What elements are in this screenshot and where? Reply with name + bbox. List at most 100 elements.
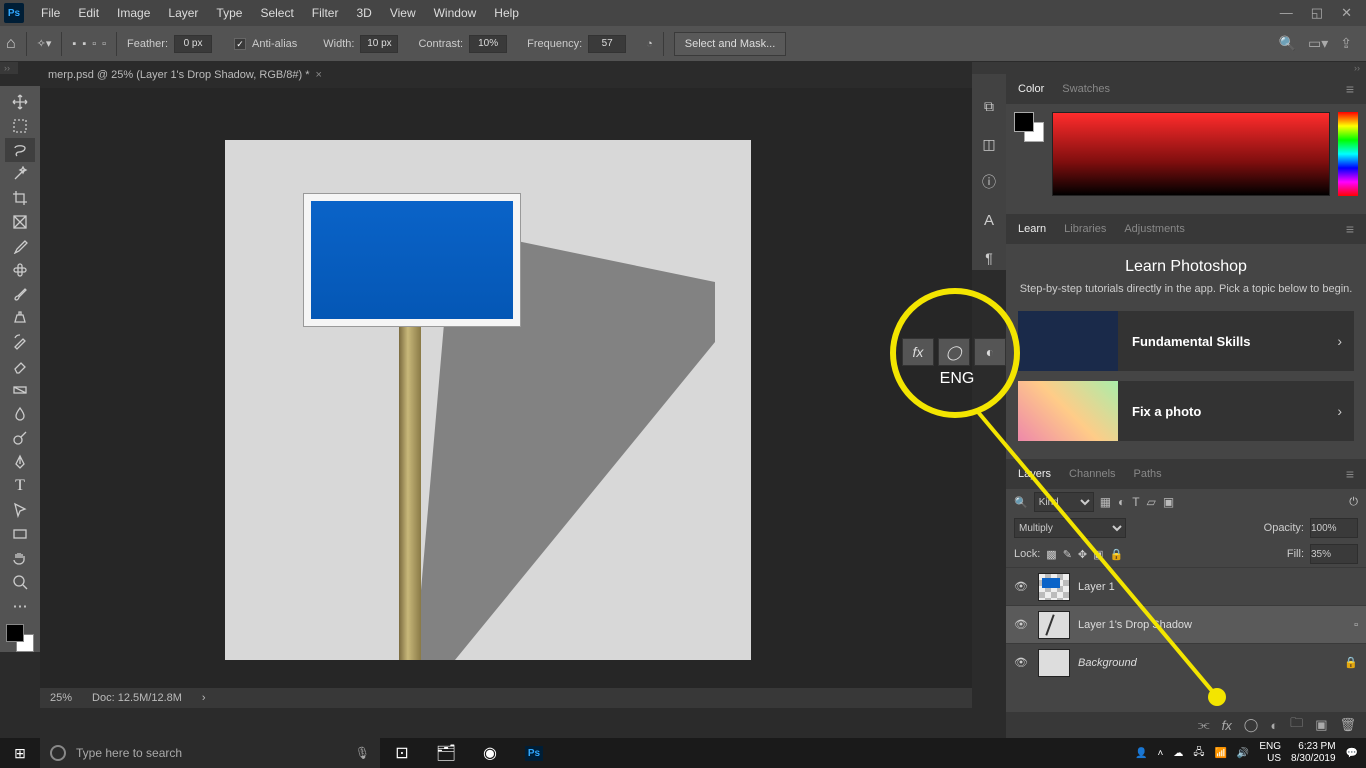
crop-tool[interactable] <box>5 186 35 210</box>
photoshop-taskbar-icon[interactable]: Ps <box>512 738 556 768</box>
fill-input[interactable] <box>1310 544 1358 564</box>
select-and-mask-button[interactable]: Select and Mask... <box>674 32 787 56</box>
home-icon[interactable]: ⌂ <box>6 35 16 53</box>
hue-slider[interactable] <box>1338 112 1358 196</box>
layer-thumbnail[interactable] <box>1038 611 1070 639</box>
lock-transparent-icon[interactable]: ▩ <box>1046 548 1056 561</box>
delete-layer-icon[interactable]: 🗑 <box>1339 717 1356 733</box>
marquee-tool[interactable] <box>5 114 35 138</box>
color-spectrum[interactable] <box>1052 112 1330 196</box>
intersect-selection-icon[interactable]: ▫ <box>102 38 106 50</box>
filter-shape-icon[interactable]: ▱ <box>1147 495 1156 509</box>
search-icon[interactable]: 🔍 <box>1014 496 1028 509</box>
color-panel-menu-icon[interactable]: ≡ <box>1346 81 1354 97</box>
tab-adjustments[interactable]: Adjustments <box>1124 223 1185 235</box>
menu-file[interactable]: File <box>32 6 69 20</box>
layer-thumbnail[interactable] <box>1038 649 1070 677</box>
history-brush-tool[interactable] <box>5 330 35 354</box>
lock-position-icon[interactable]: ✥ <box>1078 548 1087 561</box>
antialias-checkbox[interactable] <box>234 38 246 50</box>
layer-mask-icon[interactable]: ◯ <box>1244 717 1259 733</box>
pen-pressure-icon[interactable]: ◔ <box>646 38 653 50</box>
info-panel-icon[interactable]: ⓘ <box>977 170 1001 194</box>
chrome-icon[interactable]: ◉ <box>468 738 512 768</box>
filter-kind-select[interactable]: Kind <box>1034 492 1094 512</box>
file-explorer-icon[interactable]: 🗂 <box>424 738 468 768</box>
menu-edit[interactable]: Edit <box>69 6 108 20</box>
path-selection-tool[interactable] <box>5 498 35 522</box>
brush-tool[interactable] <box>5 282 35 306</box>
document-canvas[interactable] <box>225 140 751 660</box>
tray-clock[interactable]: 6:23 PM8/30/2019 <box>1291 741 1336 765</box>
share-icon[interactable]: ⇪ <box>1340 35 1352 52</box>
healing-brush-tool[interactable] <box>5 258 35 282</box>
filter-smart-icon[interactable]: ▣ <box>1163 495 1174 509</box>
layer-row[interactable]: 👁 Background 🔒 <box>1006 643 1366 681</box>
link-layers-icon[interactable]: ⫘ <box>1198 717 1210 733</box>
blur-tool[interactable] <box>5 402 35 426</box>
type-tool[interactable]: T <box>5 474 35 498</box>
layer-row[interactable]: 👁 Layer 1's Drop Shadow ▫ <box>1006 605 1366 643</box>
menu-help[interactable]: Help <box>485 6 528 20</box>
status-chevron-icon[interactable]: › <box>202 692 206 704</box>
layer-name[interactable]: Layer 1's Drop Shadow <box>1078 619 1346 631</box>
tool-preset-icon[interactable]: ✧▾ <box>37 37 52 50</box>
rectangle-tool[interactable] <box>5 522 35 546</box>
onedrive-icon[interactable]: ☁ <box>1173 748 1183 759</box>
lock-image-icon[interactable]: ✎ <box>1063 548 1072 561</box>
search-icon[interactable]: 🔍 <box>1279 35 1296 52</box>
frequency-input[interactable] <box>588 35 626 53</box>
layer-style-icon[interactable]: fx <box>1222 718 1232 733</box>
people-icon[interactable]: 👤 <box>1135 748 1147 759</box>
lock-artboard-icon[interactable]: ▣ <box>1093 548 1103 561</box>
new-layer-icon[interactable]: ▣ <box>1315 717 1327 733</box>
width-input[interactable] <box>360 35 398 53</box>
menu-filter[interactable]: Filter <box>303 6 348 20</box>
lock-all-icon[interactable]: 🔒 <box>1110 548 1124 561</box>
foreground-background-swatch[interactable] <box>6 624 34 652</box>
layer-name[interactable]: Background <box>1078 657 1336 669</box>
layer-thumbnail[interactable] <box>1038 573 1070 601</box>
layer-row[interactable]: 👁 Layer 1 <box>1006 567 1366 605</box>
wifi-icon[interactable]: 📶 <box>1214 748 1226 759</box>
tab-paths[interactable]: Paths <box>1134 468 1162 480</box>
window-minimize-icon[interactable]: — <box>1280 5 1293 21</box>
mic-icon[interactable]: 🎙 <box>355 746 370 760</box>
new-selection-icon[interactable]: ▪ <box>72 38 76 50</box>
tab-color[interactable]: Color <box>1018 83 1044 95</box>
subtract-selection-icon[interactable]: ▫ <box>92 38 96 50</box>
close-tab-icon[interactable]: × <box>316 69 322 81</box>
tab-channels[interactable]: Channels <box>1069 468 1115 480</box>
menu-view[interactable]: View <box>381 6 425 20</box>
layer-name[interactable]: Layer 1 <box>1078 581 1358 593</box>
opacity-input[interactable] <box>1310 518 1358 538</box>
layer-group-icon[interactable]: 🗀 <box>1290 714 1303 736</box>
network-icon[interactable]: 🖧 <box>1193 745 1204 762</box>
task-view-icon[interactable]: ⊡ <box>380 738 424 768</box>
panels-collapse-grip[interactable]: ›› <box>972 62 1366 74</box>
volume-icon[interactable]: 🔊 <box>1237 748 1249 759</box>
move-tool[interactable] <box>5 90 35 114</box>
menu-type[interactable]: Type <box>207 6 251 20</box>
adjustment-layer-icon[interactable]: ◐ <box>1270 718 1278 733</box>
tab-layers[interactable]: Layers <box>1018 468 1051 480</box>
dodge-tool[interactable] <box>5 426 35 450</box>
eyedropper-tool[interactable] <box>5 234 35 258</box>
color-fgbg-swatch[interactable] <box>1014 112 1044 142</box>
menu-window[interactable]: Window <box>425 6 486 20</box>
blend-mode-select[interactable]: Multiply <box>1014 518 1126 538</box>
pen-tool[interactable] <box>5 450 35 474</box>
gradient-tool[interactable] <box>5 378 35 402</box>
tray-chevron-icon[interactable]: ˄ <box>1157 748 1163 759</box>
link-icon[interactable]: ▫ <box>1354 619 1358 631</box>
visibility-icon[interactable]: 👁 <box>1014 656 1030 669</box>
start-button[interactable]: ⊞ <box>0 745 40 762</box>
hand-tool[interactable] <box>5 546 35 570</box>
contrast-input[interactable] <box>469 35 507 53</box>
window-restore-icon[interactable]: ◱ <box>1311 5 1323 21</box>
visibility-icon[interactable]: 👁 <box>1014 580 1030 593</box>
filter-toggle-icon[interactable]: ⏻ <box>1349 496 1358 509</box>
character-panel-icon[interactable]: A <box>977 208 1001 232</box>
visibility-icon[interactable]: 👁 <box>1014 618 1030 631</box>
doc-size[interactable]: Doc: 12.5M/12.8M <box>92 692 182 704</box>
